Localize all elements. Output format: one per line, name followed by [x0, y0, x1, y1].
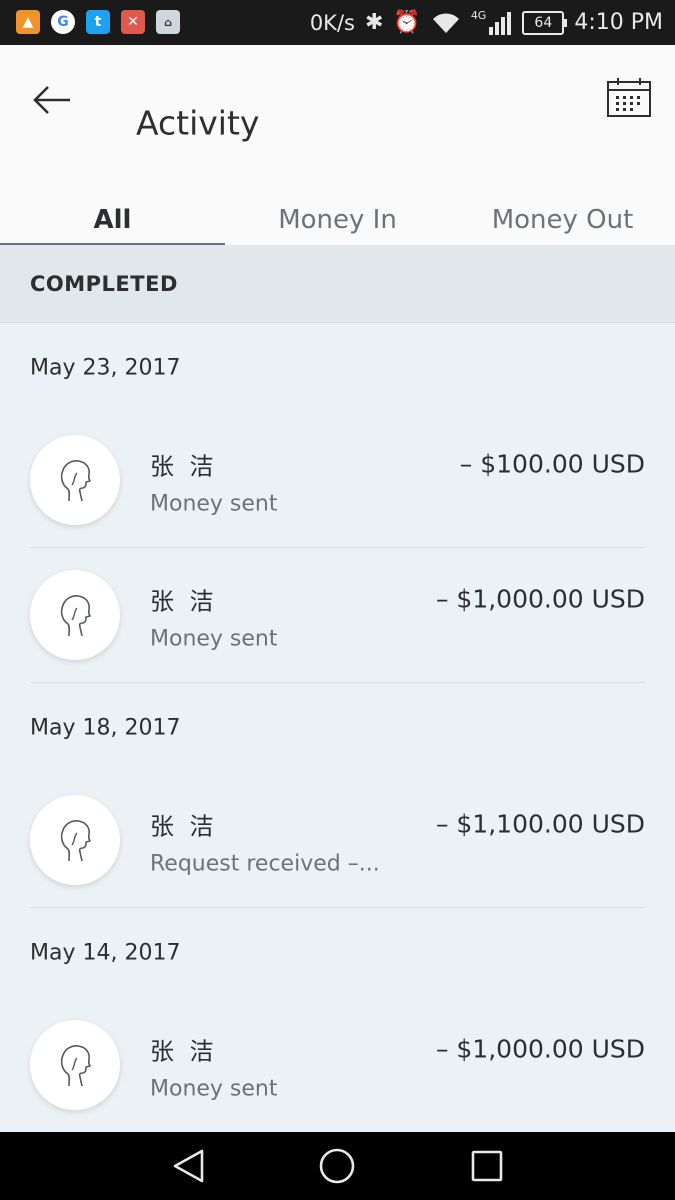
- person-silhouette-icon: [60, 820, 91, 862]
- photo-app-icon: ▲: [16, 10, 40, 34]
- transaction-description: Money sent: [150, 626, 278, 652]
- transaction-description: Request received –...: [150, 851, 380, 877]
- battery-icon: 64: [522, 10, 568, 35]
- tab-money-out[interactable]: Money Out: [450, 195, 675, 245]
- bluetooth-icon: ✱: [364, 10, 384, 35]
- date-heading: May 18, 2017: [30, 715, 181, 741]
- signal-icon: [489, 11, 512, 35]
- page-title: Activity: [136, 103, 260, 143]
- avatar: [30, 435, 120, 525]
- transaction-amount: – $1,100.00 USD: [435, 809, 645, 839]
- back-button[interactable]: [28, 75, 78, 125]
- google-icon: G: [51, 10, 75, 34]
- person-silhouette-icon: [60, 460, 91, 502]
- person-silhouette-icon: [60, 595, 91, 637]
- section-heading-label: COMPLETED: [30, 271, 178, 296]
- notification-icons: ▲ G t ✕ ⌂: [16, 10, 180, 34]
- alarm-icon: ⏰: [393, 10, 421, 35]
- circle-home-icon: [319, 1148, 355, 1184]
- network-type: 4G: [470, 9, 487, 22]
- transaction-row[interactable]: 张 洁 Request received –... – $1,100.00 US…: [0, 773, 675, 908]
- system-nav-bar: [0, 1132, 675, 1200]
- transaction-description: Money sent: [150, 1076, 278, 1102]
- arrow-left-icon: [33, 86, 70, 114]
- avatar: [30, 795, 120, 885]
- tab-all[interactable]: All: [0, 195, 225, 245]
- activity-tabs: All Money In Money Out: [0, 195, 675, 245]
- nav-back-button[interactable]: [168, 1146, 208, 1186]
- row-divider: [30, 682, 645, 683]
- status-indicators: 0K/s ✱ ⏰ 4G 64 4:10 PM: [310, 0, 663, 45]
- battery-level: 64: [534, 14, 553, 31]
- calendar-icon: [607, 78, 651, 117]
- row-divider: [30, 907, 645, 908]
- network-app-icon: ⌂: [156, 10, 180, 34]
- section-heading: COMPLETED: [0, 245, 675, 323]
- transaction-amount: – $1,000.00 USD: [435, 1034, 645, 1064]
- clock: 4:10 PM: [574, 10, 663, 35]
- transaction-row[interactable]: 张 洁 Money sent – $1,000.00 USD: [0, 548, 675, 683]
- calendar-filter-button[interactable]: [606, 77, 654, 119]
- app-header: Activity All Money In Money Out: [0, 45, 675, 245]
- contact-name: 张 洁: [150, 1037, 218, 1066]
- twitter-icon: t: [86, 10, 110, 34]
- square-recents-icon: [471, 1150, 503, 1182]
- avatar: [30, 570, 120, 660]
- transaction-amount: – $100.00 USD: [459, 449, 645, 479]
- nav-recents-button[interactable]: [467, 1146, 507, 1186]
- contact-name: 张 洁: [150, 587, 218, 616]
- contact-name: 张 洁: [150, 812, 218, 841]
- transaction-amount: – $1,000.00 USD: [435, 584, 645, 614]
- date-heading: May 23, 2017: [30, 355, 181, 381]
- avatar: [30, 1020, 120, 1110]
- triangle-back-icon: [173, 1149, 204, 1183]
- contact-name: 张 洁: [150, 452, 218, 481]
- transaction-row[interactable]: 张 洁 Money sent – $100.00 USD: [0, 413, 675, 548]
- tab-money-in[interactable]: Money In: [225, 195, 450, 245]
- net-speed: 0K/s: [309, 10, 355, 35]
- transaction-row[interactable]: 张 洁 Money sent – $1,000.00 USD: [0, 998, 675, 1133]
- wifi-icon: [432, 12, 459, 33]
- nav-home-button[interactable]: [317, 1146, 357, 1186]
- app-icon: ✕: [121, 10, 145, 34]
- person-silhouette-icon: [60, 1045, 91, 1087]
- date-heading: May 14, 2017: [30, 940, 181, 966]
- status-bar: ▲ G t ✕ ⌂ 0K/s ✱ ⏰ 4G 64 4:10 PM: [0, 0, 675, 45]
- transaction-description: Money sent: [150, 491, 278, 517]
